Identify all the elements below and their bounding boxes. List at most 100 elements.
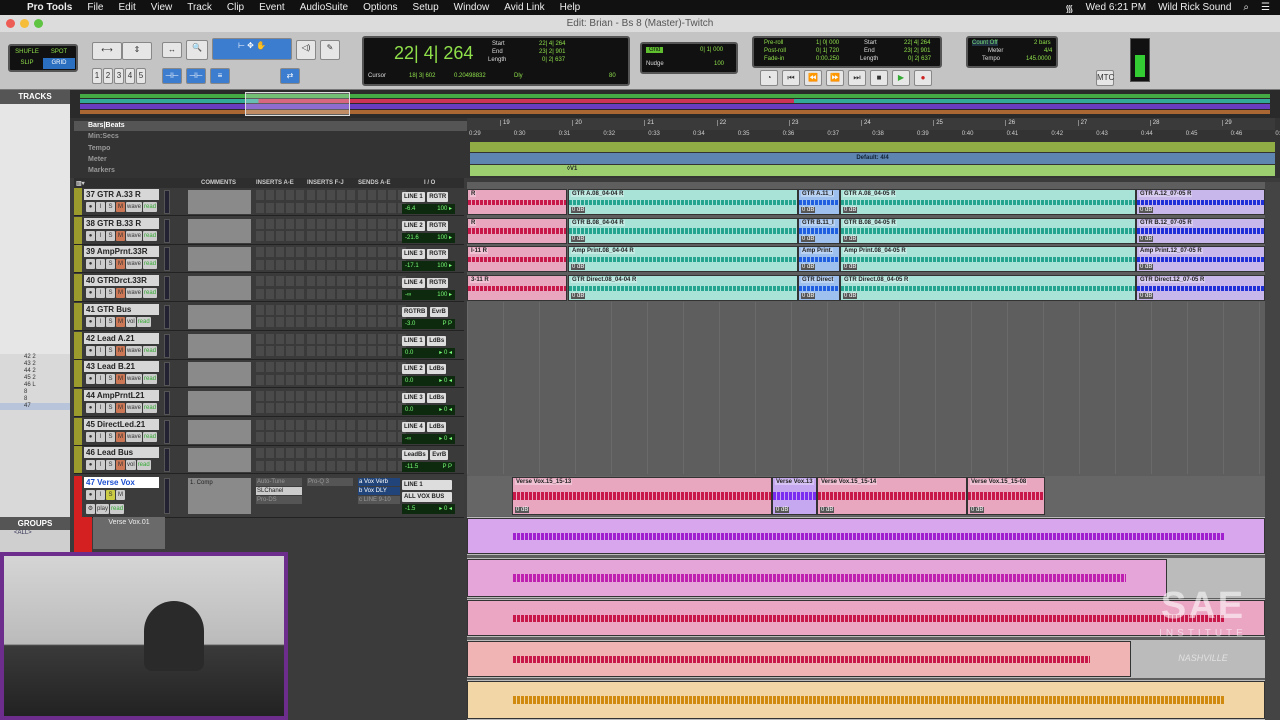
input-monitor-button[interactable]: I — [96, 259, 105, 270]
insert-slot[interactable] — [337, 460, 345, 471]
bar-tick[interactable]: 23 — [788, 120, 798, 126]
insert-slot[interactable] — [286, 460, 294, 471]
start-value[interactable]: 22| 4| 264 — [539, 41, 565, 47]
insert-slot[interactable] — [317, 231, 325, 242]
menu-file[interactable]: File — [87, 2, 103, 13]
record-arm-button[interactable]: ● — [86, 402, 95, 413]
insert-slot[interactable] — [358, 202, 366, 213]
clip-gain[interactable]: 0 dB — [801, 207, 816, 213]
insert-slot[interactable] — [327, 333, 335, 344]
insert-slot[interactable] — [368, 317, 376, 328]
insert-slot[interactable] — [286, 403, 294, 414]
insert-slot[interactable] — [388, 259, 396, 270]
automation-mode[interactable]: vol — [126, 316, 136, 327]
insert-slot[interactable] — [286, 218, 294, 229]
audio-clip[interactable]: GTR Direct.08_04-05 R 0 dB — [840, 275, 1136, 302]
comments-field[interactable] — [188, 218, 251, 243]
read-button[interactable]: read — [136, 316, 151, 327]
insertion-follows-button[interactable]: ⇄ — [280, 68, 300, 84]
insert-slot[interactable] — [337, 304, 345, 315]
insert-slot[interactable] — [327, 190, 335, 200]
insert-slot[interactable] — [266, 304, 274, 315]
audio-clip[interactable]: Amp Print.08_04-05 R 0 dB — [840, 246, 1136, 273]
bar-tick[interactable]: 21 — [644, 120, 654, 126]
insert-slot[interactable] — [276, 276, 284, 287]
insert-slot[interactable] — [307, 317, 315, 328]
track-header[interactable]: 44 AmpPrntL21 ● I S Mwave read LINE 3 LdBs 0.0 ▸… — [74, 388, 464, 417]
automation-mode[interactable]: wave — [126, 345, 143, 356]
insert-slot[interactable] — [286, 448, 294, 459]
bar-tick[interactable]: 27 — [1077, 120, 1087, 126]
output-selector[interactable]: LdBs — [427, 335, 447, 346]
insert-slot[interactable] — [388, 346, 396, 356]
solo-button[interactable]: S — [106, 460, 115, 471]
input-selector[interactable]: LINE 4 — [402, 278, 425, 289]
insert-slot[interactable] — [358, 390, 366, 401]
view-selector-icon[interactable]: ▥▾ — [76, 180, 85, 187]
insert-slot[interactable] — [307, 247, 315, 258]
insert-slot[interactable] — [256, 448, 264, 459]
insert-slot[interactable] — [317, 432, 325, 443]
insert-slot[interactable] — [327, 448, 335, 459]
track-name[interactable]: 41 GTR Bus — [84, 303, 159, 315]
volume-value[interactable]: -21.6 — [405, 233, 419, 243]
insert-slot[interactable] — [317, 218, 325, 229]
mode-slip[interactable]: SLIP — [11, 58, 43, 69]
automation-mode[interactable]: wave — [126, 259, 143, 270]
insert-slot[interactable] — [307, 346, 315, 356]
insert-slot[interactable] — [327, 390, 335, 401]
insert-slot[interactable] — [337, 202, 345, 213]
insert-slot[interactable] — [337, 247, 345, 258]
close-button[interactable] — [6, 19, 15, 28]
tracklist-item[interactable]: 8 — [0, 389, 70, 396]
insert-slot[interactable] — [388, 448, 396, 459]
universe-view-box[interactable] — [245, 92, 350, 116]
automation-mode[interactable]: vol — [126, 460, 136, 471]
insert-slot[interactable] — [317, 460, 325, 471]
record-arm-button[interactable]: ● — [86, 288, 95, 299]
smart-tool[interactable]: ⊢ ✥ ✋ — [212, 38, 292, 60]
insert-slot[interactable] — [347, 190, 355, 200]
insert-slot[interactable] — [388, 432, 396, 443]
markers-ruler[interactable]: ◊V1 — [470, 165, 1275, 176]
insert-slot[interactable] — [317, 190, 325, 200]
pan-value[interactable]: P P — [442, 319, 452, 329]
mute-button[interactable]: M — [116, 288, 125, 299]
track-name[interactable]: 45 DirectLed.21 — [84, 418, 159, 430]
insert-slot[interactable] — [256, 460, 264, 471]
clock[interactable]: Wed 6:21 PM — [1086, 2, 1146, 13]
insert-slot[interactable] — [286, 247, 294, 258]
pan-value[interactable]: P P — [442, 462, 452, 472]
pan-value[interactable]: ▸ 0 ◂ — [439, 434, 452, 444]
zoom-preset-4[interactable]: 4 — [125, 68, 135, 84]
tracklist-item[interactable]: 43 2 — [0, 361, 70, 368]
comments-field[interactable] — [188, 247, 251, 272]
insert-slot[interactable] — [337, 448, 345, 459]
input-monitor-button[interactable]: I — [96, 490, 105, 500]
insert-slot[interactable] — [276, 288, 284, 299]
insert-slot[interactable] — [327, 276, 335, 287]
scrubber-tool[interactable]: ◁) — [296, 40, 316, 60]
insert-slot[interactable] — [266, 288, 274, 299]
insert-slot[interactable] — [327, 202, 335, 213]
insert-slot[interactable] — [347, 276, 355, 287]
tracklist-item[interactable]: 46 L — [0, 382, 70, 389]
insert-slot[interactable] — [358, 374, 366, 385]
audio-clip[interactable]: GTR A.12_07-05 R 0 dB — [1136, 189, 1265, 215]
pan-value[interactable]: 100 ▸ — [437, 290, 452, 300]
link-track-button[interactable]: ≡ — [210, 68, 230, 84]
secs-ruler[interactable]: 0:29 0:30 0:31 0:32 0:33 0:34 0:35 0:36 0:37 0:38… — [467, 130, 1280, 140]
bar-tick[interactable]: 29 — [1222, 120, 1232, 126]
insert-slot[interactable] — [307, 218, 315, 229]
clip-gain[interactable]: 0 dB — [1139, 235, 1154, 242]
search-icon[interactable]: ⌕ — [1243, 2, 1249, 13]
solo-button[interactable]: S — [106, 230, 115, 241]
record-arm-button[interactable]: ● — [86, 259, 95, 270]
pan-value[interactable]: 100 ▸ — [437, 233, 452, 243]
main-counter[interactable]: 22| 4| 264 — [394, 43, 473, 64]
insert-slot[interactable] — [388, 218, 396, 229]
insert-slot[interactable] — [266, 390, 274, 401]
insert-slot[interactable] — [286, 333, 294, 344]
tempo-ruler[interactable] — [470, 142, 1275, 152]
insert-slot[interactable] — [256, 390, 264, 401]
